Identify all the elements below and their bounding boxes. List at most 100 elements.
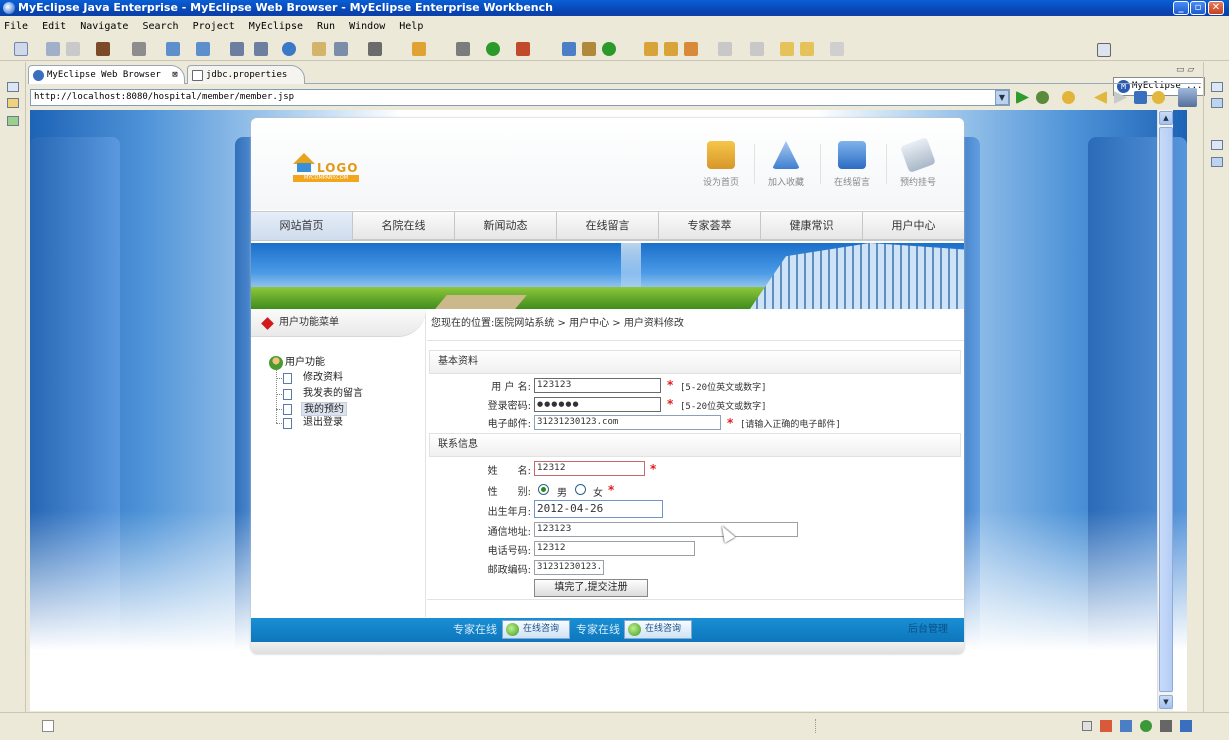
gender-female-radio[interactable]	[575, 484, 586, 495]
back-nav-icon[interactable]	[1094, 91, 1107, 104]
password-input[interactable]: ●●●●●●	[534, 397, 661, 412]
menu-help[interactable]: Help	[399, 21, 423, 32]
menu-project[interactable]: Project	[193, 21, 235, 32]
task-icon[interactable]	[684, 42, 698, 56]
minimize-view-icon[interactable]: ▭ ▱	[1176, 65, 1194, 75]
tab-web-browser[interactable]: MyEclipse Web Browser ⊠	[28, 65, 185, 84]
properties-icon[interactable]	[1160, 720, 1172, 732]
open-perspective-button-icon[interactable]	[1097, 43, 1111, 57]
sidebar-item-edit-profile[interactable]: 修改资料	[303, 371, 343, 385]
save-icon[interactable]	[46, 42, 60, 56]
annotation-icon[interactable]	[718, 42, 732, 56]
username-input[interactable]: 123123	[534, 378, 661, 393]
forward-icon[interactable]	[830, 42, 844, 56]
nav-hospitals[interactable]: 名院在线	[353, 212, 455, 240]
tab-jdbc-properties[interactable]: jdbc.properties	[187, 65, 305, 84]
outline-icon[interactable]	[1211, 98, 1223, 108]
new-package-icon[interactable]	[582, 42, 596, 56]
nav-news[interactable]: 新闻动态	[455, 212, 557, 240]
add-favorite-link[interactable]: 加入收藏	[757, 141, 815, 201]
print-icon[interactable]	[66, 42, 80, 56]
nav-user-center[interactable]: 用户中心	[863, 212, 964, 240]
menu-edit[interactable]: Edit	[42, 21, 66, 32]
nav-health[interactable]: 健康常识	[761, 212, 863, 240]
go-icon[interactable]	[1016, 91, 1029, 104]
scroll-thumb[interactable]	[1159, 127, 1173, 692]
monitor-icon[interactable]	[368, 42, 382, 56]
forward-history-icon[interactable]	[800, 42, 814, 56]
debug-page-icon[interactable]	[1036, 91, 1049, 104]
globe-icon[interactable]	[282, 42, 296, 56]
maximize-button[interactable]: ▫	[1190, 1, 1206, 15]
menu-navigate[interactable]: Navigate	[80, 21, 128, 32]
server-icon[interactable]	[132, 42, 146, 56]
forward-nav-icon[interactable]	[1114, 91, 1127, 104]
phone-input[interactable]: 12312	[534, 541, 695, 556]
run-icon[interactable]	[486, 42, 500, 56]
birthday-input[interactable]: 2012-04-26	[534, 500, 663, 518]
new-project-icon[interactable]	[602, 42, 616, 56]
name-input[interactable]: 12312	[534, 461, 645, 476]
sidebar-item-my-messages[interactable]: 我发表的留言	[303, 387, 363, 401]
wizard2-icon[interactable]	[196, 42, 210, 56]
sidebar-item-logout[interactable]: 退出登录	[303, 416, 343, 430]
scroll-up-icon[interactable]: ▲	[1159, 111, 1173, 125]
menu-file[interactable]: File	[4, 21, 28, 32]
restore-panel-icon[interactable]	[1082, 721, 1092, 731]
admin-link[interactable]: 后台管理	[908, 618, 948, 642]
tool-icon[interactable]	[334, 42, 348, 56]
browser-settings-icon[interactable]	[1178, 88, 1197, 107]
web-icon[interactable]	[1140, 720, 1152, 732]
tab-close-icon[interactable]: ⊠	[172, 70, 177, 80]
console-icon[interactable]	[1211, 157, 1223, 167]
next-annotation-icon[interactable]	[750, 42, 764, 56]
url-input[interactable]: http://localhost:8080/hospital/member/me…	[30, 89, 1010, 106]
url-dropdown-icon[interactable]: ▼	[995, 90, 1009, 105]
nav-experts[interactable]: 专家荟萃	[659, 212, 761, 240]
stop-icon[interactable]	[1134, 91, 1147, 104]
menu-search[interactable]: Search	[142, 21, 178, 32]
servers-icon[interactable]	[1100, 720, 1112, 732]
restore-right2-icon[interactable]	[1211, 140, 1223, 150]
consult-button[interactable]: 在线咨询	[624, 620, 692, 639]
site-logo[interactable]: LOGO MYCOMPANY.COM	[293, 153, 363, 193]
restore-right-icon[interactable]	[1211, 82, 1223, 92]
hierarchy-icon[interactable]	[7, 116, 19, 126]
new-class-icon[interactable]	[562, 42, 576, 56]
appointment-link[interactable]: 预约挂号	[889, 137, 947, 201]
debug-icon[interactable]	[456, 42, 470, 56]
online-message-link[interactable]: 在线留言	[823, 141, 881, 201]
consult-button[interactable]: 在线咨询	[502, 620, 570, 639]
scroll-down-icon[interactable]: ▼	[1159, 695, 1173, 709]
snippets-icon[interactable]	[1120, 720, 1132, 732]
build-icon[interactable]	[412, 42, 426, 56]
menu-run[interactable]: Run	[317, 21, 335, 32]
new-icon[interactable]	[14, 42, 28, 56]
gender-male-radio[interactable]	[538, 484, 549, 495]
favorites-icon[interactable]	[1062, 91, 1075, 104]
browser-vertical-scrollbar[interactable]: ▲ ▼	[1157, 110, 1173, 711]
menu-myeclipse[interactable]: MyEclipse	[249, 21, 303, 32]
email-input[interactable]: 31231230123.com	[534, 415, 721, 430]
console-view-icon[interactable]	[1180, 720, 1192, 732]
folder-icon[interactable]	[312, 42, 326, 56]
nav-home[interactable]: 网站首页	[251, 212, 353, 240]
zip-input[interactable]: 31231230123.c	[534, 560, 604, 575]
minimize-button[interactable]: _	[1173, 1, 1189, 15]
wizard-icon[interactable]	[166, 42, 180, 56]
address-input[interactable]: 123123	[534, 522, 798, 537]
fast-view-icon[interactable]	[42, 720, 54, 732]
nav-messages[interactable]: 在线留言	[557, 212, 659, 240]
sidebar-item-my-appointments[interactable]: 我的预约	[301, 402, 347, 416]
close-button[interactable]: ✕	[1208, 1, 1224, 15]
set-homepage-link[interactable]: 设为首页	[692, 141, 750, 201]
submit-button[interactable]: 填完了,提交注册	[534, 579, 648, 597]
open-resource-icon[interactable]	[254, 42, 268, 56]
menu-window[interactable]: Window	[349, 21, 385, 32]
open-perspective-icon[interactable]	[644, 42, 658, 56]
package-explorer-icon[interactable]	[7, 98, 19, 108]
open-type-icon[interactable]	[230, 42, 244, 56]
refresh-icon[interactable]	[1152, 91, 1165, 104]
restore-icon[interactable]	[7, 82, 19, 92]
edit-icon[interactable]	[664, 42, 678, 56]
